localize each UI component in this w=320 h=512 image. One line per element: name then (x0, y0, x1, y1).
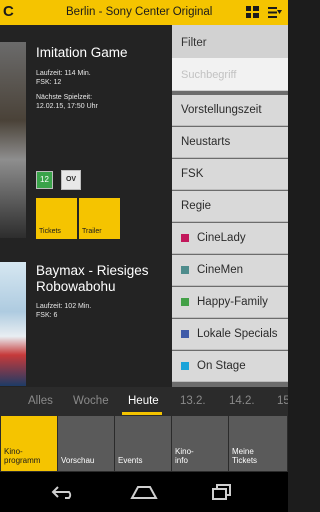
nav-meine-tickets[interactable]: Meine Tickets (229, 416, 287, 471)
movie-poster[interactable] (0, 42, 26, 238)
filter-category-label: On Stage (197, 360, 246, 372)
filter-title: Filter (181, 37, 207, 49)
category-color-swatch (181, 362, 189, 370)
category-color-swatch (181, 330, 189, 338)
tab-15[interactable]: 15 (277, 395, 288, 407)
filter-panel: Filter Suchbegriff Vorstellungszeit Neus… (172, 25, 288, 387)
nav-label-line1: Kino- (175, 447, 194, 456)
movie-poster[interactable] (0, 262, 26, 386)
filter-category-on-stage[interactable]: On Stage (172, 351, 288, 382)
tickets-button[interactable]: Tickets (36, 198, 77, 239)
filter-item-label: Regie (181, 200, 212, 212)
filter-item-label: Neustarts (181, 136, 231, 148)
filter-category-cinelady[interactable]: CineLady (172, 223, 288, 254)
nav-label-line2: programm (4, 456, 41, 465)
filter-item-vorstellungszeit[interactable]: Vorstellungszeit (172, 95, 288, 126)
nav-kinoinfo[interactable]: Kino- info (172, 416, 228, 471)
filter-item-fsk[interactable]: FSK (172, 159, 288, 190)
filter-category-label: CineMen (197, 264, 244, 276)
nav-events[interactable]: Events (115, 416, 171, 471)
nav-label-line2: Events (118, 456, 143, 465)
filter-item-label: FSK (181, 168, 204, 180)
nav-label-line1 (61, 447, 114, 456)
grid-view-icon[interactable] (246, 6, 259, 18)
category-color-swatch (181, 298, 189, 306)
filter-item-neustarts[interactable]: Neustarts (172, 127, 288, 158)
search-input[interactable]: Suchbegriff (172, 58, 288, 91)
filter-item-label: Vorstellungszeit (181, 104, 262, 116)
filter-icon[interactable] (268, 6, 282, 19)
tab-14-2[interactable]: 14.2. (229, 395, 255, 407)
cinema-title[interactable]: Berlin - Sony Center Original (66, 6, 212, 18)
fsk-rating-badge: 12 (36, 171, 53, 189)
movie-list[interactable]: Imitation Game Laufzeit: 114 Min. FSK: 1… (0, 25, 172, 387)
movie-title-line2[interactable]: Robowabohu (36, 279, 116, 295)
search-placeholder: Suchbegriff (181, 69, 237, 81)
nav-kinoprogramm[interactable]: Kino- programm (1, 416, 57, 471)
nav-label-line2: info (175, 456, 188, 465)
category-color-swatch (181, 234, 189, 242)
tab-13-2[interactable]: 13.2. (180, 395, 206, 407)
tab-woche[interactable]: Woche (73, 395, 109, 407)
nav-label-line2: Vorschau (61, 456, 95, 465)
tab-alles[interactable]: Alles (28, 395, 53, 407)
trailer-button[interactable]: Trailer (79, 198, 120, 239)
category-color-swatch (181, 266, 189, 274)
next-showtime: 12.02.15, 17:50 Uhr (36, 103, 98, 110)
app-root: C Berlin - Sony Center Original Imitatio… (0, 0, 288, 512)
title-bar: C Berlin - Sony Center Original (0, 0, 288, 25)
filter-item-regie[interactable]: Regie (172, 191, 288, 222)
nav-vorschau[interactable]: Vorschau (58, 416, 114, 471)
filter-category-label: Happy-Family (197, 296, 268, 308)
tab-heute[interactable]: Heute (128, 395, 159, 407)
nav-label-line1: Kino- (4, 447, 23, 456)
movie-fsk: FSK: 12 (36, 79, 62, 86)
day-tabs[interactable]: Alles Woche Heute 13.2. 14.2. 15 (0, 387, 288, 415)
app-logo[interactable]: C (3, 4, 14, 20)
movie-fsk: FSK: 6 (36, 312, 58, 319)
back-icon[interactable] (51, 484, 77, 500)
filter-category-label: CineLady (197, 232, 246, 244)
filter-category-label: Lokale Specials (197, 328, 278, 340)
filter-category-happy-family[interactable]: Happy-Family (172, 287, 288, 318)
filter-header: Filter (172, 25, 288, 58)
nav-label-line1: Meine (232, 447, 254, 456)
movie-title-line1[interactable]: Baymax - Riesiges (36, 263, 149, 279)
nav-label-line2: Tickets (232, 456, 258, 465)
recent-apps-icon[interactable] (211, 484, 233, 500)
movie-title[interactable]: Imitation Game (36, 45, 128, 61)
ov-badge: OV (61, 170, 81, 190)
nav-label-line1 (118, 447, 171, 456)
filter-category-lokale-specials[interactable]: Lokale Specials (172, 319, 288, 350)
bottom-navigation: Kino- programm Vorschau Events Kino- inf… (0, 415, 288, 472)
filter-category-cinemen[interactable]: CineMen (172, 255, 288, 286)
home-icon[interactable] (130, 484, 158, 500)
system-nav-bar (0, 472, 288, 512)
